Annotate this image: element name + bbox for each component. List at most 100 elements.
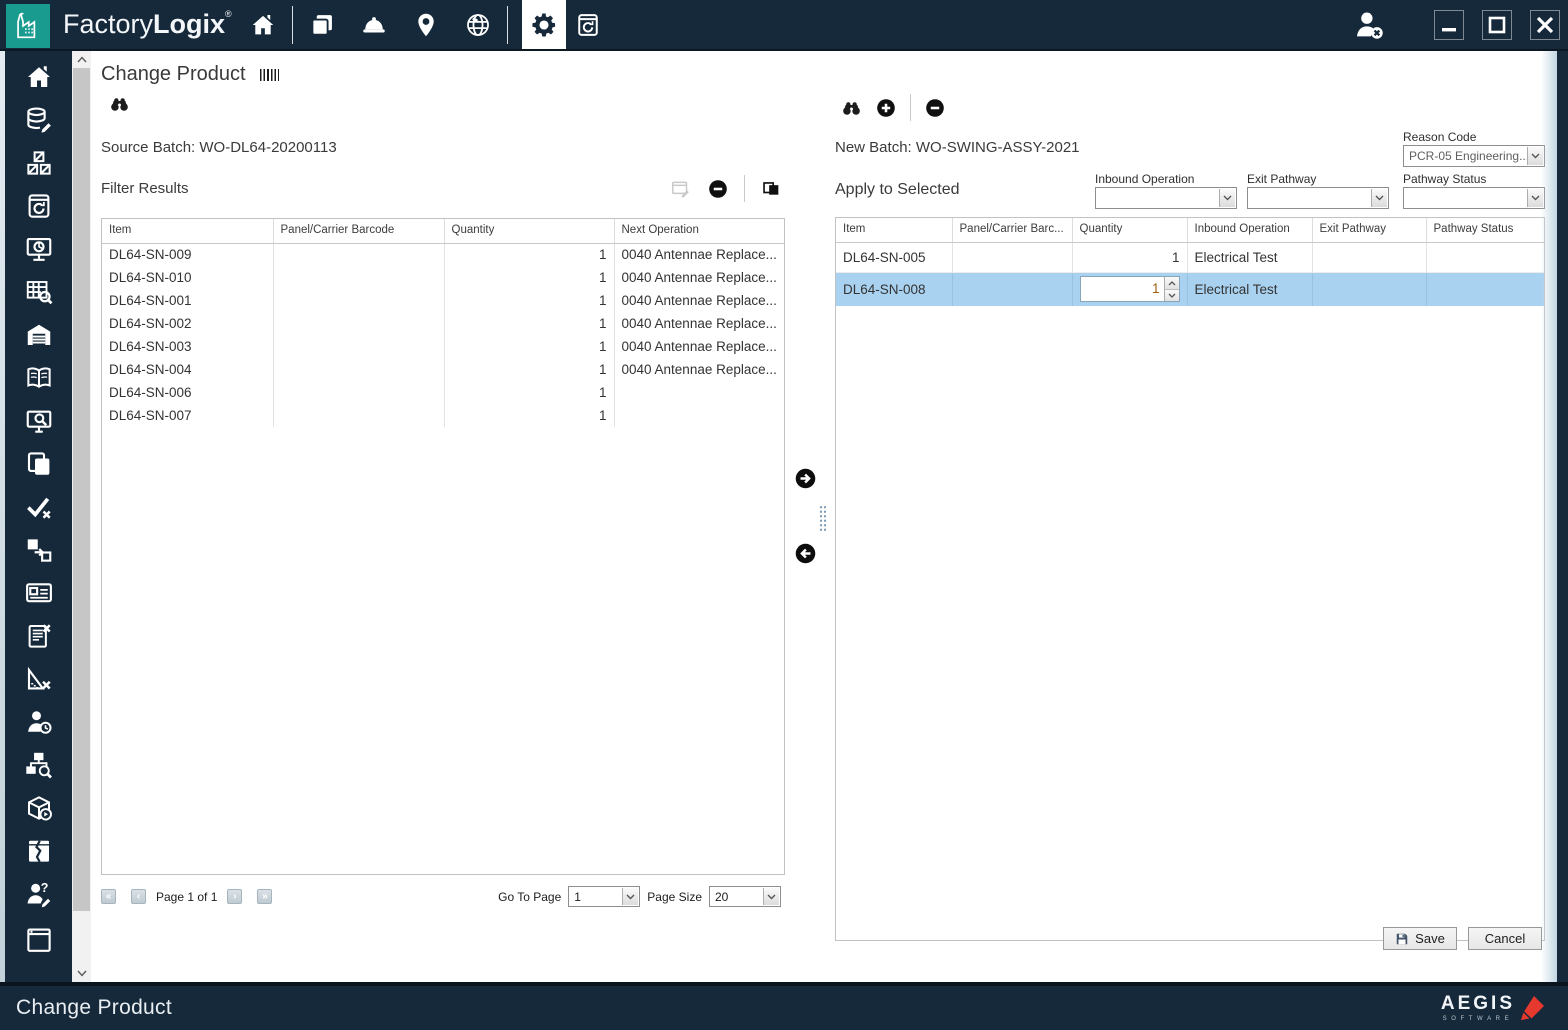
next-page-icon[interactable]: › <box>227 889 242 904</box>
pathway-status-dropdown[interactable] <box>1403 187 1545 209</box>
cell[interactable] <box>273 243 444 266</box>
chevron-down-icon[interactable] <box>622 888 638 905</box>
cancel-button[interactable]: Cancel <box>1468 927 1542 950</box>
cell[interactable]: 1 <box>444 289 614 312</box>
chevron-down-icon[interactable] <box>1371 189 1387 207</box>
person-clock-icon[interactable] <box>24 707 54 737</box>
cell[interactable]: 1 <box>444 243 614 266</box>
new-batch-row[interactable]: DL64-SN-0051Electrical Test <box>836 242 1544 272</box>
prev-page-icon[interactable]: ‹ <box>131 889 146 904</box>
warehouse-icon[interactable] <box>24 320 54 350</box>
barcode-icon[interactable] <box>260 69 279 81</box>
cell[interactable] <box>273 381 444 404</box>
cell[interactable]: 1 <box>444 266 614 289</box>
splitter-grip[interactable] <box>819 505 827 531</box>
cell[interactable]: Electrical Test <box>1187 242 1312 272</box>
last-page-icon[interactable]: » <box>257 889 272 904</box>
cell[interactable]: DL64-SN-005 <box>836 242 952 272</box>
cell[interactable]: DL64-SN-002 <box>102 312 273 335</box>
cell[interactable]: 1 <box>444 404 614 427</box>
cell[interactable]: 0040 Antennae Replace... <box>614 243 784 266</box>
column-header[interactable]: Panel/Carrier Barc... <box>952 218 1072 242</box>
cell[interactable] <box>1426 242 1544 272</box>
cell[interactable] <box>1312 272 1426 306</box>
add-icon[interactable] <box>875 97 897 119</box>
spin-down-icon[interactable] <box>1165 290 1179 302</box>
column-header[interactable]: Quantity <box>444 219 614 243</box>
cell[interactable]: 0040 Antennae Replace... <box>614 266 784 289</box>
database-edit-icon[interactable] <box>24 105 54 135</box>
first-page-icon[interactable]: « <box>101 889 116 904</box>
column-header[interactable]: Item <box>836 218 952 242</box>
column-header[interactable]: Quantity <box>1072 218 1187 242</box>
source-row[interactable]: DL64-SN-007 1 <box>102 404 784 427</box>
source-row[interactable]: DL64-SN-00210040 Antennae Replace... <box>102 312 784 335</box>
person-question-icon[interactable]: ? <box>24 879 54 909</box>
settings-tab-selected[interactable] <box>522 0 566 49</box>
check-x-icon[interactable] <box>24 492 54 522</box>
source-row[interactable]: DL64-SN-00110040 Antennae Replace... <box>102 289 784 312</box>
chevron-down-icon[interactable] <box>1527 147 1543 165</box>
chevron-down-icon[interactable] <box>1219 189 1235 207</box>
maximize-button[interactable] <box>1482 10 1512 40</box>
spin-up-icon[interactable] <box>1165 277 1179 290</box>
cell[interactable]: 1 <box>444 381 614 404</box>
search-binoculars-icon[interactable] <box>841 98 862 117</box>
hierarchy-search-icon[interactable] <box>24 750 54 780</box>
cell[interactable]: DL64-SN-008 <box>836 272 952 306</box>
column-header[interactable]: Panel/Carrier Barcode <box>273 219 444 243</box>
column-header[interactable]: Inbound Operation <box>1187 218 1312 242</box>
minimize-button[interactable] <box>1434 10 1464 40</box>
cell[interactable] <box>1312 242 1426 272</box>
cell[interactable] <box>952 272 1072 306</box>
column-header[interactable]: Exit Pathway <box>1312 218 1426 242</box>
user-logout-icon[interactable] <box>1352 8 1386 42</box>
monitor-pie-icon[interactable] <box>24 234 54 264</box>
cell[interactable]: 1 <box>444 312 614 335</box>
move-left-icon[interactable] <box>794 542 817 565</box>
history-tab[interactable] <box>566 0 610 49</box>
cell[interactable] <box>952 242 1072 272</box>
cell[interactable] <box>1426 272 1544 306</box>
clipboard-x-icon[interactable] <box>24 621 54 651</box>
source-row[interactable]: DL64-SN-009 10040 Antennae Replace... <box>102 243 784 266</box>
cell[interactable]: DL64-SN-003 <box>102 335 273 358</box>
cell[interactable]: 0040 Antennae Replace... <box>614 358 784 381</box>
scrollbar-thumb[interactable] <box>73 68 90 911</box>
cell[interactable] <box>273 335 444 358</box>
cell[interactable]: 1 <box>1072 272 1187 306</box>
source-row[interactable]: DL64-SN-00310040 Antennae Replace... <box>102 335 784 358</box>
select-all-icon[interactable] <box>760 178 782 200</box>
open-book-icon[interactable] <box>24 363 54 393</box>
move-item-icon[interactable] <box>24 535 54 565</box>
scroll-down-icon[interactable] <box>72 965 91 982</box>
chevron-down-icon[interactable] <box>1527 189 1543 207</box>
monitor-search-icon[interactable] <box>24 406 54 436</box>
book-history-icon[interactable] <box>24 191 54 221</box>
cell[interactable] <box>273 358 444 381</box>
new-batch-row[interactable]: DL64-SN-008 1 Electrical Test <box>836 272 1544 306</box>
close-button[interactable] <box>1530 10 1560 40</box>
home-icon[interactable] <box>24 62 54 92</box>
page-size-dropdown[interactable]: 20 <box>709 886 781 907</box>
source-row[interactable]: DL64-SN-010 10040 Antennae Replace... <box>102 266 784 289</box>
cell[interactable]: DL64-SN-001 <box>102 289 273 312</box>
ruler-x-icon[interactable] <box>24 664 54 694</box>
source-row[interactable]: DL64-SN-006 1 <box>102 381 784 404</box>
cell[interactable] <box>273 404 444 427</box>
cell[interactable] <box>273 312 444 335</box>
table-search-icon[interactable] <box>24 277 54 307</box>
cell[interactable]: DL64-SN-007 <box>102 404 273 427</box>
remove-icon[interactable] <box>924 97 946 119</box>
home-icon[interactable] <box>248 10 278 40</box>
column-header[interactable]: Pathway Status <box>1426 218 1544 242</box>
cell[interactable]: DL64-SN-009 <box>102 243 273 266</box>
quantity-value[interactable]: 1 <box>1081 277 1164 301</box>
cell[interactable]: Electrical Test <box>1187 272 1312 306</box>
cell[interactable]: 1 <box>444 358 614 381</box>
cell[interactable]: DL64-SN-006 <box>102 381 273 404</box>
cell[interactable]: DL64-SN-004 <box>102 358 273 381</box>
cell[interactable]: 1 <box>444 335 614 358</box>
cell[interactable]: DL64-SN-010 <box>102 266 273 289</box>
copy-stack-icon[interactable] <box>24 449 54 479</box>
